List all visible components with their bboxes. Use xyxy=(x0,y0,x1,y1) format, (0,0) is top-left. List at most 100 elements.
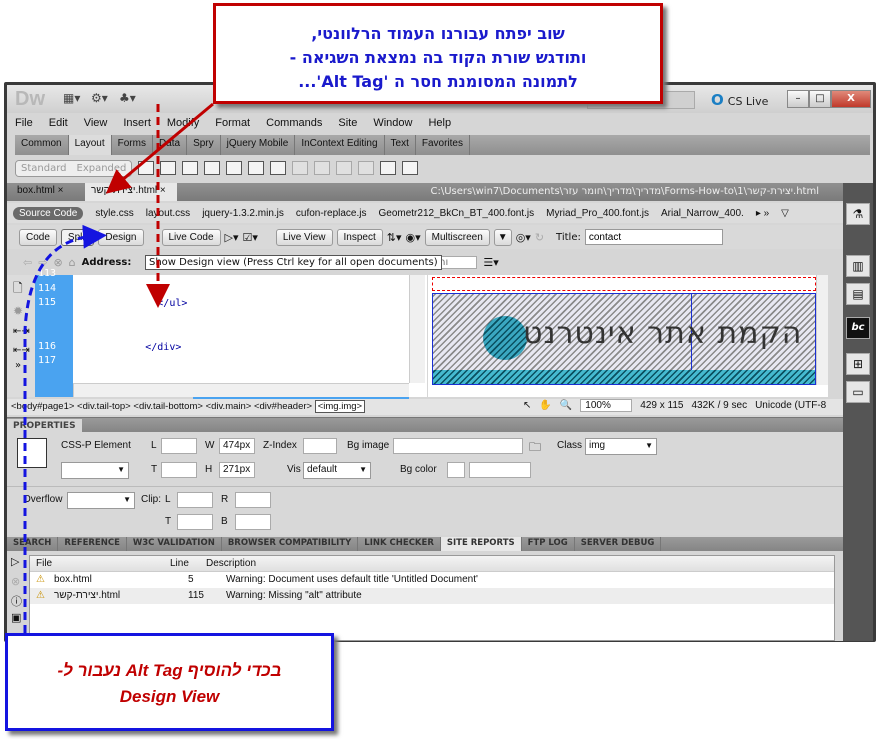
standard-mode-button[interactable]: Standard xyxy=(16,160,72,176)
insert-div-icon[interactable] xyxy=(138,161,155,175)
stop-icon[interactable]: ⊗ xyxy=(53,256,62,269)
related-file[interactable]: Myriad_Pro_400.font.js xyxy=(546,208,649,219)
code-horizontal-scrollbar[interactable] xyxy=(73,383,409,397)
files-icon[interactable]: ⊞ xyxy=(846,353,870,375)
menu-format[interactable]: Format xyxy=(207,115,258,133)
related-file[interactable]: cufon-replace.js xyxy=(296,208,367,219)
doc-tab-contact[interactable]: יצירת-קשר.html × xyxy=(85,183,177,201)
insert-ap-div-icon[interactable] xyxy=(160,161,177,175)
layout-switcher-icon[interactable]: ▦▾ xyxy=(63,91,80,105)
live-view-button[interactable]: Live View xyxy=(275,228,333,246)
close-tab-icon[interactable]: × xyxy=(160,185,166,196)
iframe-icon[interactable] xyxy=(380,161,397,175)
tag-item[interactable]: <div.tail-bottom> xyxy=(133,401,203,412)
zoom-select[interactable]: 100% xyxy=(580,399,633,412)
menu-window[interactable]: Window xyxy=(365,115,420,133)
inspect-button[interactable]: Inspect xyxy=(336,228,383,246)
zindex-input[interactable] xyxy=(303,438,337,454)
table-row[interactable]: ⚠ box.html 5 Warning: Document uses defa… xyxy=(30,572,834,588)
insert-tab-forms[interactable]: Forms xyxy=(112,135,153,155)
split-view-button[interactable]: Split xyxy=(60,228,95,246)
results-tab-site-reports[interactable]: SITE REPORTS xyxy=(440,537,522,551)
tag-item[interactable]: <body#page1> xyxy=(11,401,74,412)
top-input[interactable] xyxy=(161,462,197,478)
doc-tab-box[interactable]: box.html × xyxy=(11,183,69,201)
class-select[interactable]: img xyxy=(585,438,657,455)
close-button[interactable]: X xyxy=(831,90,871,108)
spry-accordion-icon[interactable] xyxy=(226,161,243,175)
tag-item[interactable]: <div.main> xyxy=(206,401,252,412)
bg-image-input[interactable] xyxy=(393,438,523,454)
overflow-select[interactable] xyxy=(67,492,135,509)
ap-elements-icon[interactable]: ▤ xyxy=(846,283,870,305)
spry-collapsible-icon[interactable] xyxy=(248,161,265,175)
live-view-options-icon[interactable]: ▷▾ xyxy=(225,231,239,244)
results-tab-browser-compat[interactable]: BROWSER COMPATIBILITY xyxy=(222,537,359,551)
related-file[interactable]: Arial_Narrow_400. xyxy=(661,208,744,219)
insert-col-left-icon[interactable] xyxy=(336,161,353,175)
close-tab-icon[interactable]: × xyxy=(58,185,64,196)
table-icon[interactable] xyxy=(270,161,287,175)
spry-menu-icon[interactable] xyxy=(182,161,199,175)
element-id-select[interactable] xyxy=(61,462,129,479)
multiscreen-button[interactable]: Multiscreen xyxy=(424,228,490,246)
results-tab-w3c[interactable]: W3C VALIDATION xyxy=(127,537,222,551)
clip-left-input[interactable] xyxy=(177,492,213,508)
collapse-tag-icon[interactable]: ⇤⇥ xyxy=(13,326,30,337)
filter-icon[interactable]: ▽ xyxy=(781,208,789,219)
info-icon[interactable]: ⓘ xyxy=(11,593,22,609)
browser-navigation-options-icon[interactable]: ☰▾ xyxy=(483,256,498,269)
related-file[interactable]: style.css xyxy=(95,208,133,219)
insert-row-above-icon[interactable] xyxy=(292,161,309,175)
menu-edit[interactable]: Edit xyxy=(41,115,76,133)
business-catalyst-icon[interactable]: bc xyxy=(846,317,870,339)
related-file[interactable]: jquery-1.3.2.min.js xyxy=(202,208,284,219)
results-tab-search[interactable]: SEARCH xyxy=(7,537,59,551)
open-documents-icon[interactable]: 🗋 xyxy=(13,279,29,300)
design-vertical-scrollbar[interactable] xyxy=(816,275,828,385)
selected-image-placeholder[interactable]: הקמת אתר אינטרנט xyxy=(432,293,816,385)
home-icon[interactable]: ⌂ xyxy=(69,256,76,269)
expand-toolbar-icon[interactable]: » xyxy=(15,360,27,371)
check-browser-icon[interactable]: ☑▾ xyxy=(243,231,258,244)
stop-icon[interactable]: ⊗ xyxy=(11,575,20,588)
code-view[interactable]: 🗋 ✹ ⇤⇥ ⇤⇥ » 113 114 115 116 117 </ul> </… xyxy=(7,268,427,614)
css-styles-icon[interactable]: ▥ xyxy=(846,255,870,277)
insert-row-below-icon[interactable] xyxy=(314,161,331,175)
left-input[interactable] xyxy=(161,438,197,454)
related-file[interactable]: Geometr212_BkCn_BT_400.font.js xyxy=(378,208,534,219)
insert-tab-data[interactable]: Data xyxy=(153,135,188,155)
code-vertical-scrollbar[interactable] xyxy=(409,275,425,383)
forward-icon[interactable]: ⇨ xyxy=(38,256,47,269)
minimize-button[interactable]: – xyxy=(787,90,809,108)
menu-modify[interactable]: Modify xyxy=(159,115,207,133)
clip-top-input[interactable] xyxy=(177,514,213,530)
snippets-icon[interactable]: ▭ xyxy=(846,381,870,403)
hand-tool-icon[interactable]: ✋ xyxy=(539,400,551,411)
menu-commands[interactable]: Commands xyxy=(258,115,330,133)
site-manager-icon[interactable]: ♣▾ xyxy=(119,91,136,105)
select-tool-icon[interactable]: ↖ xyxy=(523,400,531,411)
tag-item[interactable]: <div.tail-top> xyxy=(77,401,131,412)
menu-insert[interactable]: Insert xyxy=(115,115,159,133)
save-report-icon[interactable]: ▣ xyxy=(11,611,21,624)
results-tab-link-checker[interactable]: LINK CHECKER xyxy=(358,537,441,551)
browse-folder-icon[interactable]: 🗀 xyxy=(529,438,541,459)
menu-file[interactable]: File xyxy=(7,115,41,133)
cs-live-button[interactable]: O CS Live xyxy=(711,91,768,109)
results-tab-ftp-log[interactable]: FTP LOG xyxy=(522,537,575,551)
frames-icon[interactable] xyxy=(402,161,419,175)
clip-bottom-input[interactable] xyxy=(235,514,271,530)
width-input[interactable]: 474px xyxy=(219,438,255,454)
results-tab-reference[interactable]: REFERENCE xyxy=(58,537,127,551)
highlight-invalid-icon[interactable]: ✹ xyxy=(13,304,29,318)
insert-tab-common[interactable]: Common xyxy=(15,135,69,155)
collapse-selection-icon[interactable]: ⇤⇥ xyxy=(13,345,30,356)
assets-icon[interactable]: ⚗ xyxy=(846,203,870,225)
design-view-button[interactable]: Design xyxy=(98,228,144,246)
live-code-button[interactable]: Live Code xyxy=(161,228,221,246)
page-title-input[interactable] xyxy=(584,229,723,245)
bg-color-swatch[interactable] xyxy=(447,462,465,478)
back-icon[interactable]: ⇦ xyxy=(23,256,32,269)
file-management-icon[interactable]: ⇅▾ xyxy=(387,231,402,244)
